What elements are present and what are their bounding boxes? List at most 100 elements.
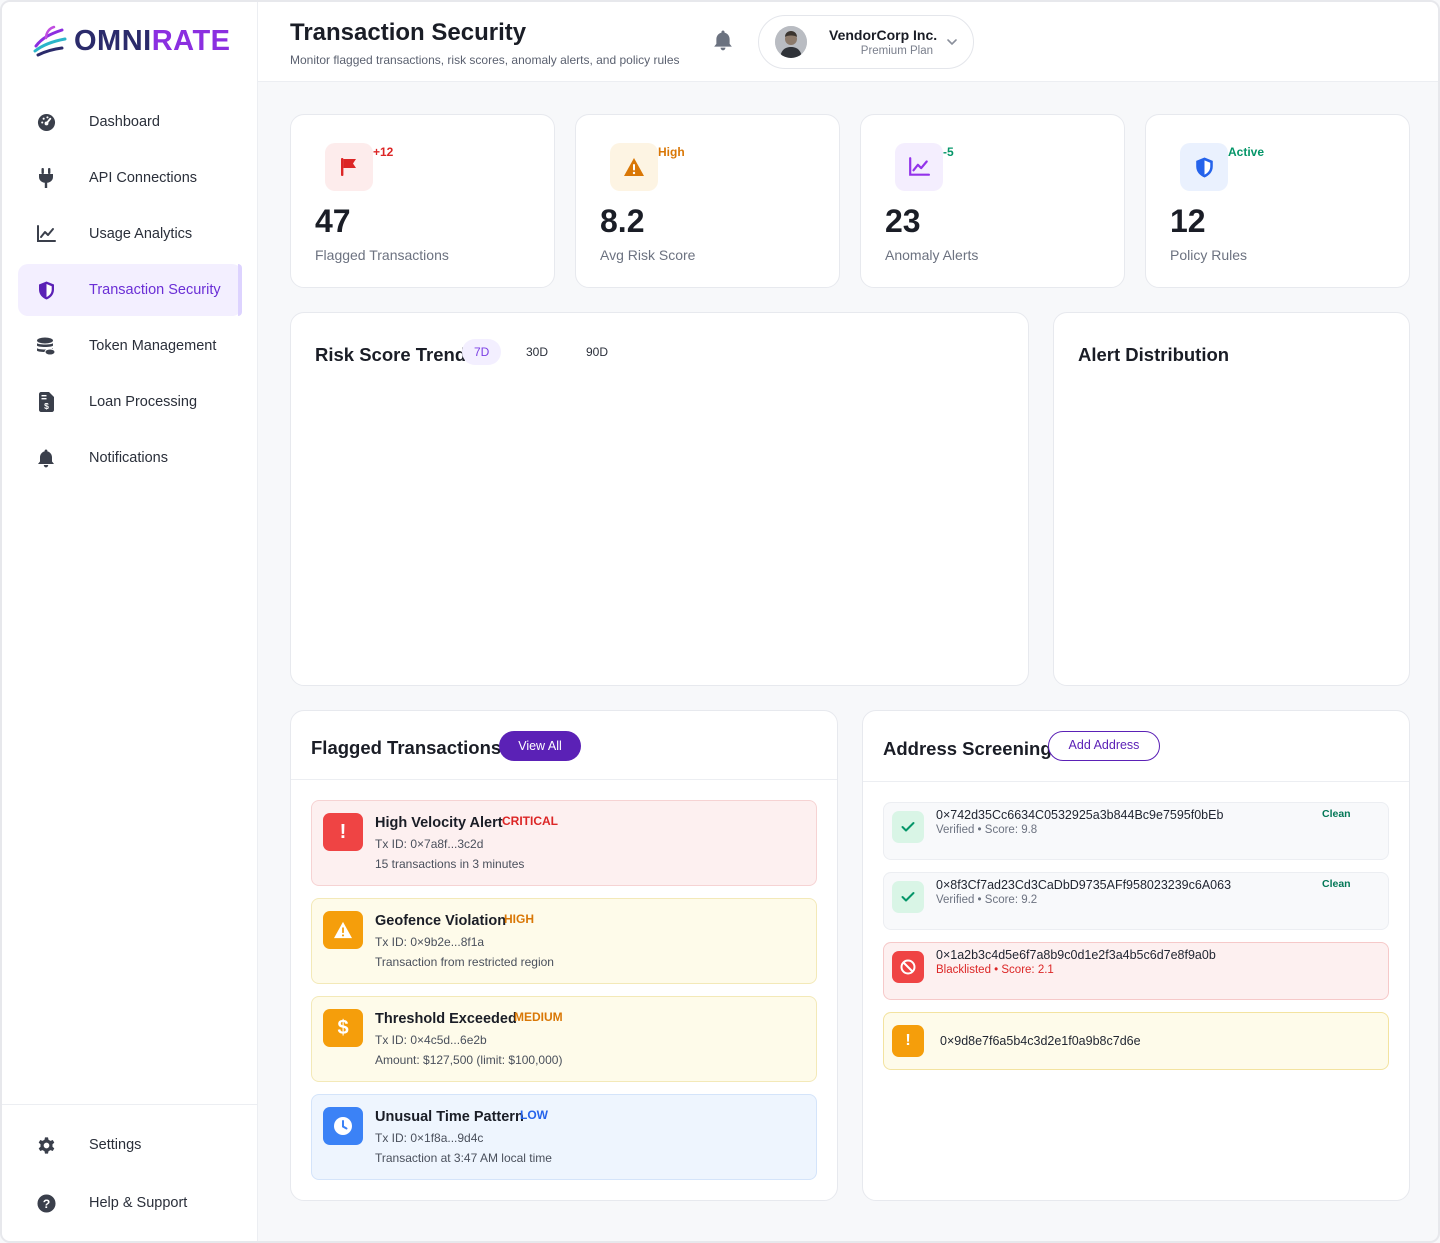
stat-value: 23 <box>885 203 921 239</box>
stat-value: 8.2 <box>600 203 645 239</box>
sidebar-item-dashboard[interactable]: Dashboard <box>18 96 242 148</box>
stat-label: Anomaly Alerts <box>885 247 979 263</box>
flagged-description: Amount: $127,500 (limit: $100,000) <box>375 1053 563 1067</box>
flagged-transaction-item[interactable]: ! High Velocity Alert CRITICAL Tx ID: 0×… <box>311 800 817 886</box>
screened-address-item[interactable]: 0×1a2b3c4d5e6f7a8b9c0d1e2f3a4b5c6d7e8f9a… <box>883 942 1389 1000</box>
svg-text:$: $ <box>44 401 49 411</box>
sidebar-item-label: Settings <box>89 1137 142 1153</box>
address-tag: Clean <box>1322 878 1351 890</box>
severity-badge: MEDIUM <box>514 1010 563 1024</box>
app-window: OMNIRATE Dashboard API Connections Usage… <box>0 0 1440 1243</box>
address-tag: Clean <box>1322 808 1351 820</box>
stat-value: 12 <box>1170 203 1206 239</box>
risk-score-trend-panel: Risk Score Trend 7D 30D 90D <box>290 312 1029 686</box>
view-all-button[interactable]: View All <box>499 731 581 761</box>
sidebar-item-transaction-security[interactable]: Transaction Security <box>18 264 242 316</box>
invoice-dollar-icon: $ <box>36 392 56 412</box>
add-address-button[interactable]: Add Address <box>1048 731 1160 761</box>
sidebar-footer: Settings ? Help & Support <box>2 1104 258 1235</box>
sidebar-item-label: Dashboard <box>89 114 160 130</box>
sidebar-item-token-management[interactable]: Token Management <box>18 320 242 372</box>
sidebar-item-usage-analytics[interactable]: Usage Analytics <box>18 208 242 260</box>
brand-logo[interactable]: OMNIRATE <box>32 24 231 58</box>
check-icon <box>892 881 924 913</box>
flag-icon <box>325 143 373 191</box>
flagged-transaction-item[interactable]: Geofence Violation HIGH Tx ID: 0×9b2e...… <box>311 898 817 984</box>
dollar-icon: $ <box>323 1009 363 1047</box>
sidebar-nav: Dashboard API Connections Usage Analytic… <box>18 96 242 488</box>
panel-title: Flagged Transactions <box>311 737 502 758</box>
flagged-description: 15 transactions in 3 minutes <box>375 857 525 871</box>
flagged-transaction-item[interactable]: Unusual Time Pattern LOW Tx ID: 0×1f8a..… <box>311 1094 817 1180</box>
sidebar-item-api-connections[interactable]: API Connections <box>18 152 242 204</box>
stat-label: Flagged Transactions <box>315 247 449 263</box>
stat-label: Policy Rules <box>1170 247 1248 263</box>
stat-badge: -5 <box>943 145 954 159</box>
address-hash: 0×8f3Cf7ad23Cd3CaDbD9735AFf958023239c6A0… <box>936 878 1232 892</box>
account-switcher[interactable]: VendorCorp Inc. Premium Plan <box>758 15 974 69</box>
tx-id: Tx ID: 0×7a8f...3c2d <box>375 837 484 851</box>
screened-address-item[interactable]: 0×742d35Cc6634C0532925a3b844Bc9e7595f0bE… <box>883 802 1389 860</box>
severity-badge: HIGH <box>504 912 534 926</box>
address-hash: 0×9d8e7f6a5b4c3d2e1f0a9b8c7d6e <box>940 1034 1141 1048</box>
stat-card-anomaly-alerts: -5 23 Anomaly Alerts <box>860 114 1125 288</box>
sidebar: OMNIRATE Dashboard API Connections Usage… <box>2 2 258 1241</box>
stat-badge: +12 <box>373 145 394 159</box>
sidebar-item-loan-processing[interactable]: $ Loan Processing <box>18 376 242 428</box>
tx-id: Tx ID: 0×1f8a...9d4c <box>375 1131 484 1145</box>
range-30d-button[interactable]: 30D <box>514 339 560 365</box>
stat-badge: High <box>658 145 685 159</box>
question-circle-icon: ? <box>36 1193 56 1213</box>
panel-title: Risk Score Trend <box>315 344 467 365</box>
screened-address-item[interactable]: ! 0×9d8e7f6a5b4c3d2e1f0a9b8c7d6e <box>883 1012 1389 1070</box>
omnirate-logo-icon <box>33 25 67 57</box>
ban-icon <box>892 951 924 983</box>
brand-name-b: RATE <box>151 24 231 57</box>
warning-icon <box>323 911 363 949</box>
stat-value: 47 <box>315 203 351 239</box>
flagged-title: High Velocity Alert <box>375 815 503 831</box>
coins-icon <box>36 336 56 356</box>
shield-icon <box>36 280 56 300</box>
brand-name: OMNIRATE <box>74 25 231 58</box>
brand-name-a: OMNI <box>74 24 152 57</box>
address-status: Verified • Score: 9.2 <box>936 894 1038 906</box>
check-icon <box>892 811 924 843</box>
sidebar-item-help-support[interactable]: ? Help & Support <box>18 1177 242 1229</box>
chart-line-icon <box>895 143 943 191</box>
risk-trend-chart-area <box>315 383 1004 661</box>
plug-icon <box>36 168 56 188</box>
sidebar-item-label: Notifications <box>89 450 168 466</box>
tx-id: Tx ID: 0×4c5d...6e2b <box>375 1033 487 1047</box>
stat-card-avg-risk-score: High 8.2 Avg Risk Score <box>575 114 840 288</box>
range-90d-button[interactable]: 90D <box>574 339 620 365</box>
top-header: Transaction Security Monitor flagged tra… <box>258 2 1438 82</box>
range-7d-button[interactable]: 7D <box>462 339 502 365</box>
divider <box>291 779 837 780</box>
address-status: Verified • Score: 9.8 <box>936 824 1038 836</box>
sidebar-item-label: API Connections <box>89 170 198 186</box>
flagged-transaction-item[interactable]: $ Threshold Exceeded MEDIUM Tx ID: 0×4c5… <box>311 996 817 1082</box>
address-hash: 0×742d35Cc6634C0532925a3b844Bc9e7595f0bE… <box>936 808 1224 822</box>
gear-icon <box>36 1135 56 1155</box>
account-name: VendorCorp Inc. <box>829 27 938 43</box>
sidebar-item-notifications[interactable]: Notifications <box>18 432 242 484</box>
screened-address-item[interactable]: 0×8f3Cf7ad23Cd3CaDbD9735AFf958023239c6A0… <box>883 872 1389 930</box>
stat-label: Avg Risk Score <box>600 247 696 263</box>
severity-badge: LOW <box>520 1108 548 1122</box>
shield-icon <box>1180 143 1228 191</box>
exclamation-icon: ! <box>323 813 363 851</box>
notifications-bell-icon[interactable] <box>713 30 735 52</box>
avatar <box>775 26 807 58</box>
account-plan: Premium Plan <box>860 45 933 57</box>
dashboard-icon <box>36 112 56 132</box>
sidebar-item-label: Transaction Security <box>89 282 221 298</box>
page-title: Transaction Security <box>290 19 527 46</box>
panel-title: Address Screening <box>883 738 1052 759</box>
sidebar-item-settings[interactable]: Settings <box>18 1119 242 1171</box>
clock-icon <box>323 1107 363 1145</box>
bell-icon <box>36 448 56 468</box>
stat-card-policy-rules: Active 12 Policy Rules <box>1145 114 1410 288</box>
address-status: Blacklisted • Score: 2.1 <box>936 964 1054 976</box>
sidebar-item-label: Token Management <box>89 338 217 354</box>
